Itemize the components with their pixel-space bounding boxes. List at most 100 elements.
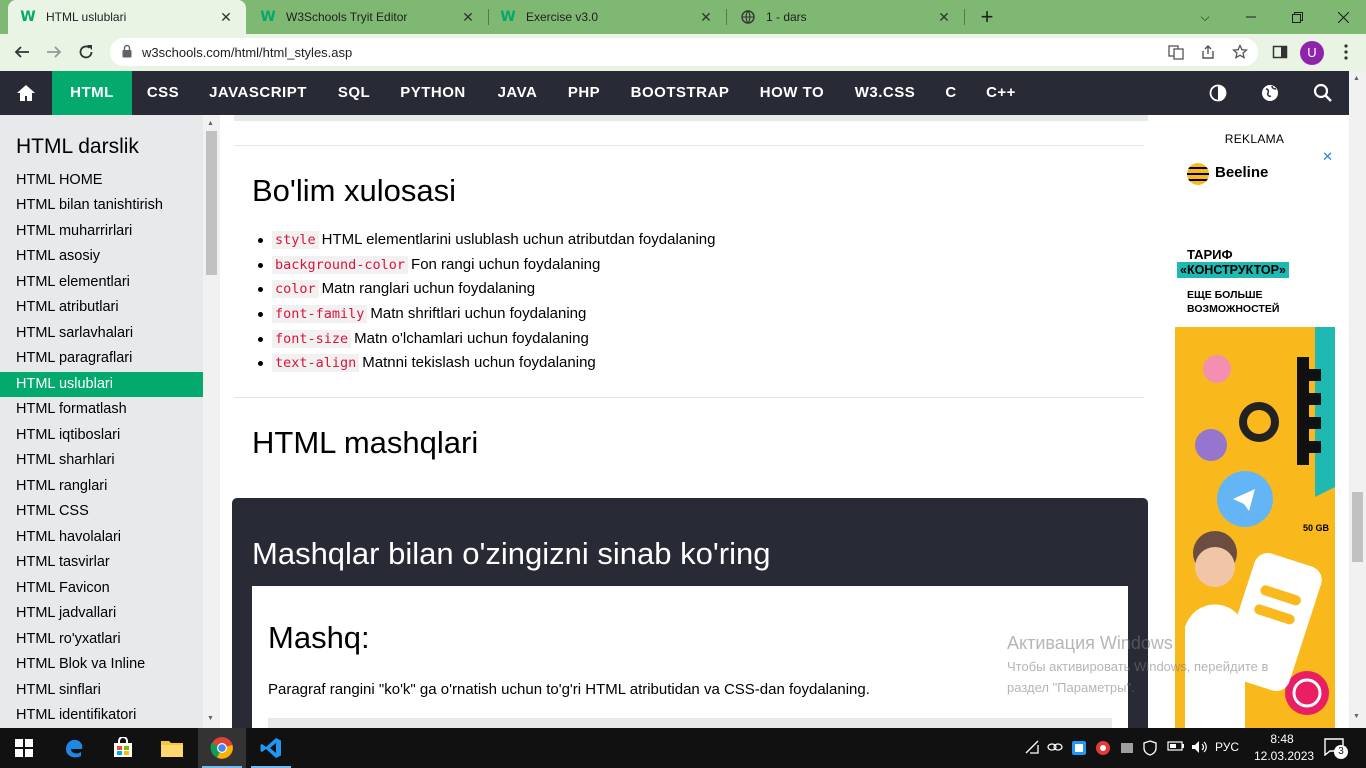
volume-icon[interactable] [1191, 740, 1207, 757]
sidebar-item[interactable]: HTML CSS [0, 499, 203, 524]
sidebar-item[interactable]: HTML muharrirlari [0, 219, 203, 244]
sidebar-item[interactable]: HTML bilan tanishtirish [0, 193, 203, 218]
sidebar-item[interactable]: HTML Favicon [0, 576, 203, 601]
bookmark-star-icon[interactable] [1231, 43, 1249, 60]
exercise-text: Paragraf rangini "ko'k" ga o'rnatish uch… [268, 681, 870, 698]
close-icon[interactable]: ✕ [936, 9, 952, 25]
ad-line4: ВОЗМОЖНОСТЕЙ [1187, 303, 1280, 315]
nav-bootstrap[interactable]: BOOTSTRAP [623, 71, 737, 115]
beeline-logo-icon [1187, 163, 1209, 185]
summary-heading: Bo'lim xulosasi [252, 173, 457, 208]
w3schools-favicon: W [500, 9, 516, 25]
security-shield-icon[interactable] [1143, 740, 1157, 759]
link-icon[interactable] [1047, 740, 1063, 757]
sidebar-item[interactable]: HTML tasvirlar [0, 550, 203, 575]
battery-icon[interactable] [1167, 740, 1185, 755]
sidebar-scroll-thumb[interactable] [206, 131, 217, 275]
profile-avatar[interactable]: U [1300, 41, 1324, 65]
minimize-button[interactable] [1228, 0, 1274, 34]
device-icon[interactable] [1119, 740, 1135, 759]
nav-how-to[interactable]: HOW TO [751, 71, 833, 115]
vscode-icon[interactable] [247, 728, 295, 768]
app-tray-icon[interactable] [1071, 740, 1087, 759]
nav-java[interactable]: JAVA [489, 71, 546, 115]
sidebar-item[interactable]: HTML elementlari [0, 270, 203, 295]
summary-item: color Matn ranglari uchun foydalaning [257, 278, 535, 300]
close-window-button[interactable] [1320, 0, 1366, 34]
close-icon[interactable]: ✕ [460, 9, 476, 25]
summary-item-text: Matn shriftlari uchun foydalaning [370, 305, 587, 322]
globe-icon[interactable] [1252, 71, 1288, 115]
sidebar-item[interactable]: HTML paragraflari [0, 346, 203, 371]
search-icon[interactable] [1304, 71, 1340, 115]
address-bar[interactable]: w3schools.com/html/html_styles.asp [110, 38, 1258, 66]
side-panel-icon[interactable] [1266, 38, 1294, 66]
close-icon[interactable]: ✕ [698, 9, 714, 25]
nav-w3css[interactable]: W3.CSS [846, 71, 924, 115]
sidebar-item[interactable]: HTML sinflari [0, 678, 203, 703]
contrast-icon[interactable] [1200, 71, 1236, 115]
tab-search-icon[interactable]: ⌵ [1182, 0, 1228, 34]
file-explorer-icon[interactable] [148, 728, 196, 768]
close-icon[interactable]: ✕ [218, 9, 234, 25]
language-indicator[interactable]: РУС [1215, 740, 1239, 754]
sidebar-item[interactable]: HTML Blok va Inline [0, 652, 203, 677]
lock-icon [122, 44, 132, 58]
scroll-up-icon[interactable]: ▲ [1353, 75, 1360, 82]
nav-css[interactable]: CSS [139, 71, 187, 115]
sidebar-item[interactable]: HTML HOME [0, 168, 203, 193]
sidebar-item[interactable]: HTML iqtiboslari [0, 423, 203, 448]
notifications-icon[interactable]: 3 [1324, 738, 1348, 759]
tab-title: 1 - dars [766, 10, 807, 24]
antivirus-icon[interactable] [1095, 740, 1111, 759]
sidebar-item[interactable]: HTML sharhlari [0, 448, 203, 473]
tab-title: W3Schools Tryit Editor [286, 10, 408, 24]
sidebar-scrollbar[interactable]: ▲ ▼ [203, 115, 220, 728]
share-icon[interactable] [1200, 44, 1216, 60]
sidebar-item[interactable]: HTML identifikatori [0, 703, 203, 728]
windows-start-icon[interactable] [0, 728, 48, 768]
network-icon[interactable] [1024, 740, 1040, 757]
nav-c[interactable]: C [938, 71, 964, 115]
back-arrow-icon[interactable] [8, 38, 36, 66]
scroll-down-icon[interactable]: ▼ [1353, 713, 1360, 720]
page-scroll-thumb[interactable] [1352, 492, 1363, 562]
translate-icon[interactable] [1168, 44, 1184, 60]
nav-python[interactable]: PYTHON [391, 71, 475, 115]
home-icon[interactable] [0, 71, 52, 115]
sidebar-item-active[interactable]: HTML uslublari [0, 372, 203, 397]
sidebar-item[interactable]: HTML ranglari [0, 474, 203, 499]
scroll-up-icon[interactable]: ▲ [207, 120, 214, 127]
nav-html[interactable]: HTML [52, 71, 132, 115]
clock[interactable]: 8:48 12.03.2023 [1254, 731, 1314, 765]
nav-cpp[interactable]: C++ [978, 71, 1024, 115]
sidebar-item[interactable]: HTML formatlash [0, 397, 203, 422]
store-icon[interactable] [99, 728, 147, 768]
chrome-icon[interactable] [198, 728, 246, 768]
forward-arrow-icon[interactable] [40, 38, 68, 66]
restore-button[interactable] [1274, 0, 1320, 34]
sidebar-item[interactable]: HTML asosiy [0, 244, 203, 269]
scroll-down-icon[interactable]: ▼ [207, 715, 214, 722]
nav-javascript[interactable]: JAVASCRIPT [200, 71, 316, 115]
page-scrollbar[interactable]: ▲ ▼ [1349, 71, 1366, 728]
sidebar-item[interactable]: HTML ro'yxatlari [0, 627, 203, 652]
reload-icon[interactable] [72, 38, 100, 66]
exercise-code-area[interactable] [268, 718, 1112, 728]
browser-tab[interactable]: W Exercise v3.0 ✕ [488, 0, 726, 34]
nav-php[interactable]: PHP [558, 71, 610, 115]
browser-tab[interactable]: W W3Schools Tryit Editor ✕ [248, 0, 488, 34]
browser-tab[interactable]: 1 - dars ✕ [728, 0, 964, 34]
new-tab-button[interactable]: + [964, 0, 1010, 34]
menu-dots-icon[interactable] [1332, 38, 1360, 66]
sidebar-item[interactable]: HTML jadvallari [0, 601, 203, 626]
browser-tab[interactable]: W HTML uslublari ✕ [8, 0, 246, 34]
ad-close-icon[interactable]: ✕ [1322, 149, 1333, 165]
sidebar-item[interactable]: HTML atributlari [0, 295, 203, 320]
sidebar-item[interactable]: HTML havolalari [0, 525, 203, 550]
nav-sql[interactable]: SQL [329, 71, 379, 115]
sidebar-item[interactable]: HTML sarlavhalari [0, 321, 203, 346]
edge-icon[interactable] [50, 728, 98, 768]
ad-badge: 50 GB [1303, 523, 1330, 533]
sidebar-heading: HTML darslik [16, 135, 139, 158]
